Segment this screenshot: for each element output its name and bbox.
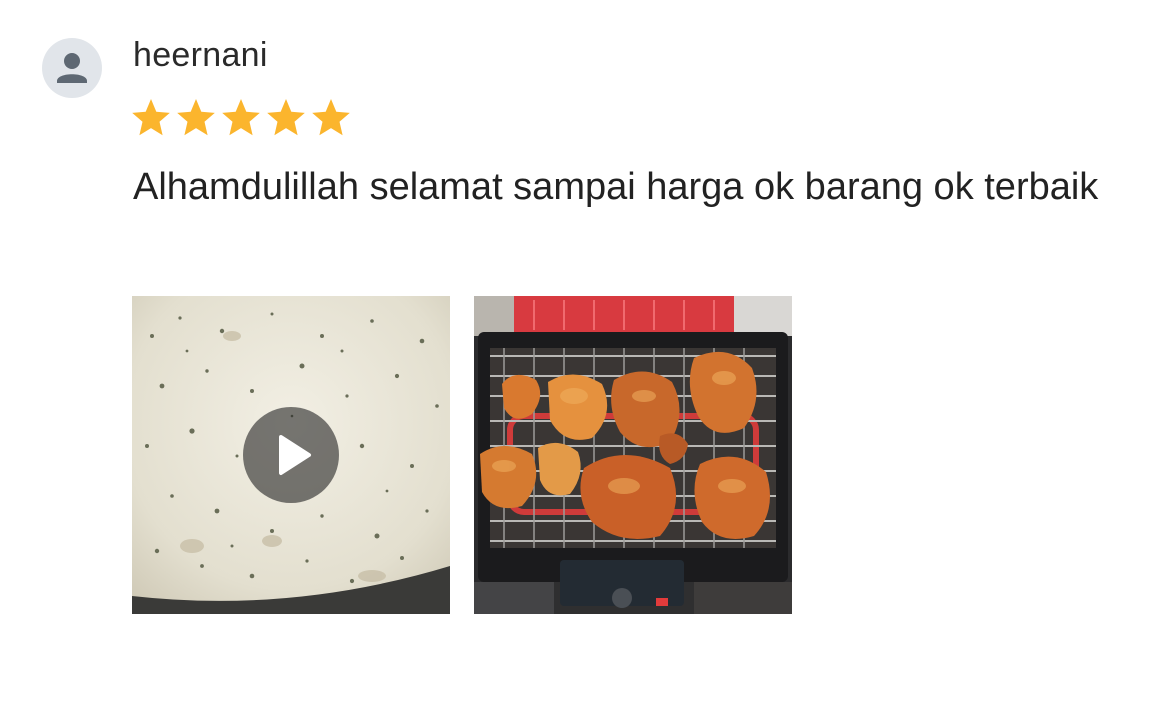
play-icon [279, 435, 311, 475]
review-card: heernani Alhamdulillah selamat sampai ha… [0, 0, 1170, 714]
reviewer-name: heernani [133, 36, 268, 74]
photo-thumbnail[interactable] [474, 296, 792, 614]
avatar[interactable] [42, 38, 102, 98]
star-icon [312, 99, 350, 136]
review-media [132, 296, 792, 614]
photo-image [474, 296, 792, 614]
play-button[interactable] [243, 407, 339, 503]
person-icon [57, 53, 87, 83]
star-icon [222, 99, 260, 136]
star-icon [177, 99, 215, 136]
star-icon [132, 99, 170, 136]
star-rating [131, 97, 351, 139]
star-icon [267, 99, 305, 136]
review-text: Alhamdulillah selamat sampai harga ok ba… [133, 166, 1099, 208]
video-thumbnail[interactable] [132, 296, 450, 614]
